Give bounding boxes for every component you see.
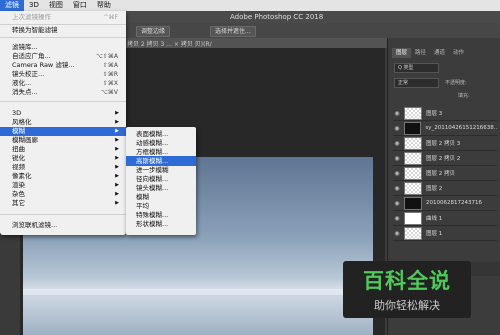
layer-row[interactable]: ◉ 2010062817243716 xyxy=(393,196,497,211)
menu-item-convert-smart-filter[interactable]: 转换为智能滤镜 xyxy=(0,26,126,35)
watermark-title: 百科全说 xyxy=(363,269,451,293)
layer-row[interactable]: ◉ 图层 1 xyxy=(393,226,497,241)
layer-thumbnail xyxy=(404,196,422,210)
menu-separator xyxy=(0,214,126,215)
menu-view[interactable]: 视图 xyxy=(44,0,68,11)
select-and-mask-button[interactable]: 选择并遮住... xyxy=(210,26,256,37)
menu-item-stylize[interactable]: 风格化 ▶ xyxy=(0,118,126,127)
triangle-right-icon: ▶ xyxy=(115,173,119,179)
menu-item-sharpen[interactable]: 锐化 ▶ xyxy=(0,154,126,163)
menu-item-video[interactable]: 视频 ▶ xyxy=(0,163,126,172)
eye-icon[interactable]: ◉ xyxy=(393,170,401,177)
layer-thumbnail xyxy=(404,136,422,150)
panel-tabs: 图层 路径 通道 动作 xyxy=(392,48,468,58)
layer-thumbnail xyxy=(404,106,422,120)
triangle-right-icon: ▶ xyxy=(115,110,119,116)
layer-name: 2010062817243716 xyxy=(426,200,482,206)
eye-icon[interactable]: ◉ xyxy=(393,155,401,162)
eye-icon[interactable]: ◉ xyxy=(393,140,401,147)
layer-name: 图层 1 xyxy=(426,231,443,237)
layer-thumbnail xyxy=(403,121,422,135)
layer-row[interactable]: ◉ 图层 2 拷贝 3 xyxy=(393,136,497,151)
menu-item-liquify[interactable]: 液化... ⇧⌘X xyxy=(0,79,126,88)
triangle-right-icon: ▶ xyxy=(115,191,119,197)
layer-row[interactable]: ◉ 图层 2 xyxy=(393,181,497,196)
blur-submenu: 表面模糊... 动感模糊... 方框模糊... 高斯模糊... 进一步模糊 径向… xyxy=(126,127,196,235)
layer-name: 图层 2 拷贝 2 xyxy=(426,156,461,162)
image-horizon xyxy=(23,289,373,295)
triangle-right-icon: ▶ xyxy=(115,128,119,134)
tab-layers[interactable]: 图层 xyxy=(392,48,412,58)
menu-item-blur[interactable]: 模糊 ▶ xyxy=(0,127,126,136)
layer-name: sy_20110426151216638... xyxy=(425,125,497,131)
menu-window[interactable]: 窗口 xyxy=(68,0,92,11)
layer-name: 图层 2 xyxy=(426,186,443,192)
triangle-right-icon: ▶ xyxy=(115,137,119,143)
menu-item-3d[interactable]: 3D ▶ xyxy=(0,109,126,118)
document-tab-label: 拷贝 2 拷贝 3 ... × 拷贝 贝)(R/ xyxy=(127,41,212,48)
menu-item-vanishing-point[interactable]: 消失点... ⌥⌘V xyxy=(0,88,126,97)
layer-row[interactable]: ◉ 图层 2 拷贝 xyxy=(393,166,497,181)
tab-channels[interactable]: 通道 xyxy=(430,48,449,58)
menu-help[interactable]: 帮助 xyxy=(92,0,116,11)
menu-item-other[interactable]: 其它 ▶ xyxy=(0,199,126,208)
menu-item-browse-online[interactable]: 浏览联机滤镜... xyxy=(0,221,126,230)
app-title: Adobe Photoshop CC 2018 xyxy=(230,13,324,21)
menu-filter[interactable]: 滤镜 xyxy=(0,0,24,11)
triangle-right-icon: ▶ xyxy=(115,182,119,188)
layer-name: 曲线 1 xyxy=(426,216,443,222)
filter-menu: 上次滤镜操作 ^⌘F 转换为智能滤镜 滤镜库... 自适应广角... ⌥⇧⌘A Ca… xyxy=(0,11,126,235)
eye-icon[interactable]: ◉ xyxy=(393,185,401,192)
menu-separator xyxy=(0,24,126,25)
refine-edge-button[interactable]: 调整边缘 xyxy=(136,26,171,37)
menu-item-render[interactable]: 渲染 ▶ xyxy=(0,181,126,190)
mac-menubar: 滤镜 3D 视图 窗口 帮助 xyxy=(0,0,500,11)
menu-item-distort[interactable]: 扭曲 ▶ xyxy=(0,145,126,154)
layer-thumbnail xyxy=(404,211,422,225)
eye-icon[interactable]: ◉ xyxy=(393,110,401,117)
layer-thumbnail xyxy=(404,181,422,195)
triangle-right-icon: ▶ xyxy=(115,200,119,206)
triangle-right-icon: ▶ xyxy=(115,119,119,125)
menu-separator xyxy=(0,101,126,102)
triangle-right-icon: ▶ xyxy=(115,155,119,161)
eye-icon[interactable]: ◉ xyxy=(393,230,401,237)
menu-item-blur-gallery[interactable]: 模糊画廊 ▶ xyxy=(0,136,126,145)
eye-icon[interactable]: ◉ xyxy=(393,125,401,132)
triangle-right-icon: ▶ xyxy=(115,146,119,152)
tab-paths[interactable]: 路径 xyxy=(411,48,430,58)
fill-label: 填充: xyxy=(458,93,470,99)
blend-mode-select[interactable]: 正常 xyxy=(394,78,439,88)
menu-item-pixelate[interactable]: 像素化 ▶ xyxy=(0,172,126,181)
layer-row[interactable]: ◉ 图层 3 xyxy=(393,106,497,121)
layer-name: 图层 2 拷贝 xyxy=(426,171,455,177)
eye-icon[interactable]: ◉ xyxy=(393,215,401,222)
layer-name: 图层 3 xyxy=(426,111,443,117)
menu-item-last-filter: 上次滤镜操作 ^⌘F xyxy=(12,13,118,21)
watermark: 百科全说 助你轻松解决 xyxy=(343,261,471,318)
menu-item-lens-correction[interactable]: 镜头校正... ⇧⌘R xyxy=(0,70,126,79)
opacity-label: 不透明度: xyxy=(445,80,467,86)
layer-name: 图层 2 拷贝 3 xyxy=(426,141,461,147)
menu-3d[interactable]: 3D xyxy=(24,0,44,11)
layer-kind-filter[interactable]: Q 类型 xyxy=(394,63,439,73)
eye-icon[interactable]: ◉ xyxy=(393,200,401,207)
menu-item-adaptive-wide-angle[interactable]: 自适应广角... ⌥⇧⌘A xyxy=(0,52,126,61)
layer-row[interactable]: ◉ 图层 2 拷贝 2 xyxy=(393,151,497,166)
layer-thumbnail xyxy=(404,226,422,240)
tab-actions[interactable]: 动作 xyxy=(449,48,468,58)
layer-row[interactable]: ◉ 曲线 1 xyxy=(393,211,497,226)
menu-item-camera-raw[interactable]: Camera Raw 滤镜... ⇧⌘A xyxy=(0,61,126,70)
layer-row[interactable]: ◉ sy_20110426151216638... xyxy=(393,121,497,136)
submenu-item-shape-blur[interactable]: 形状模糊... xyxy=(126,219,196,229)
layer-thumbnail xyxy=(404,151,422,165)
layer-thumbnail xyxy=(404,166,422,180)
menu-item-noise[interactable]: 杂色 ▶ xyxy=(0,190,126,199)
triangle-right-icon: ▶ xyxy=(115,164,119,170)
watermark-subtitle: 助你轻松解决 xyxy=(374,299,440,312)
menu-separator xyxy=(0,37,126,38)
document-tab[interactable]: 拷贝 2 拷贝 3 ... × 拷贝 贝)(R/ xyxy=(125,38,387,48)
menu-item-filter-gallery[interactable]: 滤镜库... xyxy=(0,43,126,52)
